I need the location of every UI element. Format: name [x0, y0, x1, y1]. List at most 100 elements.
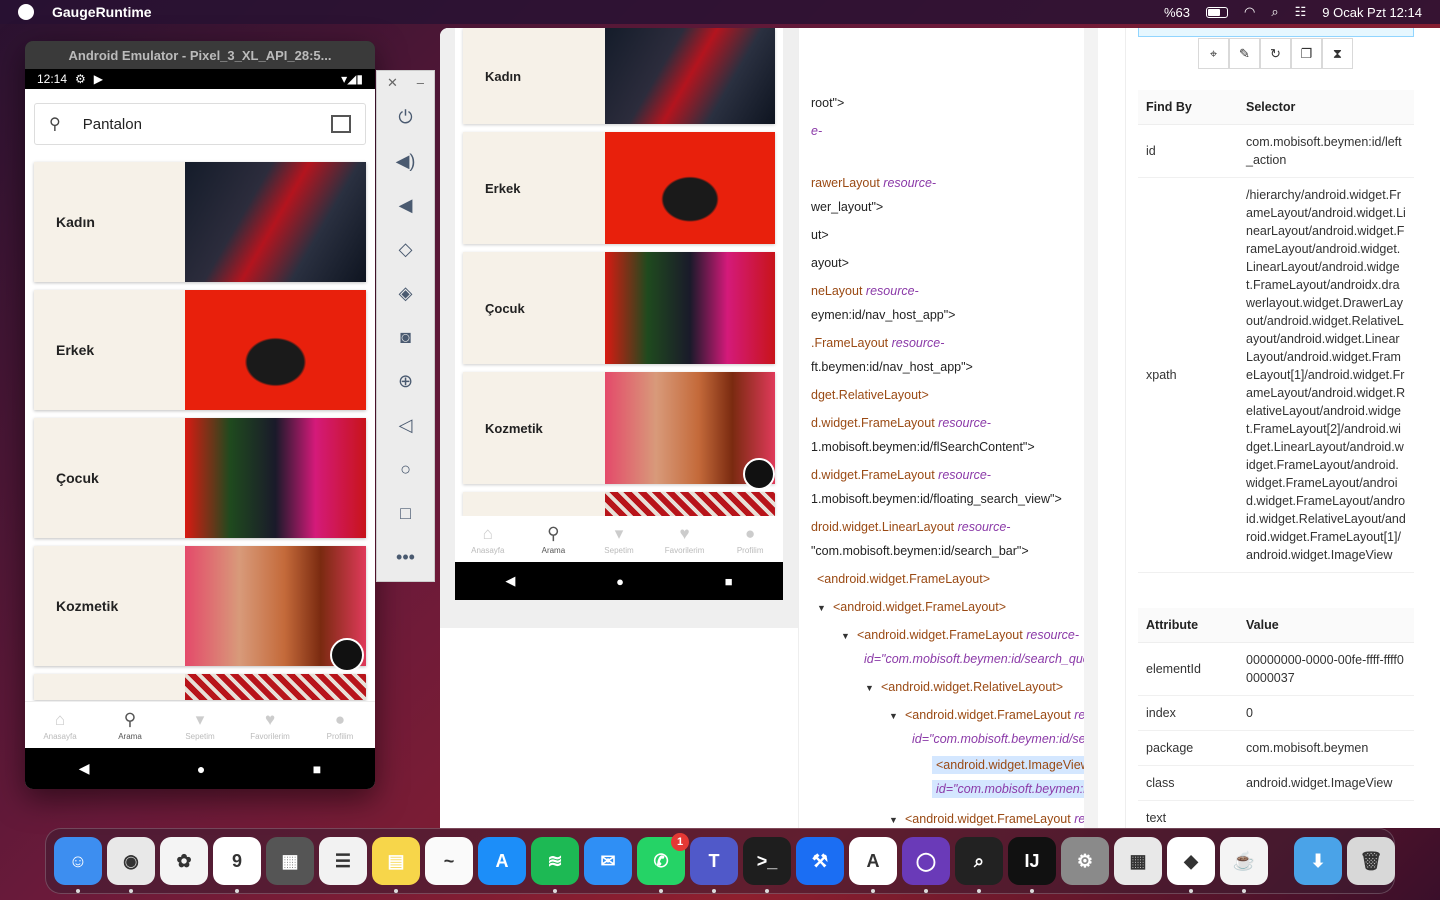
finder-icon[interactable]: ☺	[54, 837, 102, 893]
tree-line[interactable]: ▼ <android.widget.FrameLayout res	[889, 708, 1092, 722]
search-icon[interactable]: ⌕	[1271, 4, 1278, 20]
camera-icon[interactable]: ◙	[377, 315, 434, 359]
spotify-icon[interactable]: ≋	[531, 837, 579, 893]
category-card[interactable]: Erkek	[34, 290, 366, 410]
tab-home[interactable]: ⌂ Anasayfa	[455, 516, 521, 562]
notes-icon[interactable]: ▤	[372, 837, 420, 893]
tab-home[interactable]: ⌂ Anasayfa	[25, 702, 95, 748]
rotate-right-icon[interactable]: ◈	[377, 271, 434, 315]
home-icon[interactable]: ●	[197, 761, 205, 777]
tab-search[interactable]: ⚲ Arama	[521, 516, 587, 562]
inspector-icon[interactable]: ⌕	[955, 837, 1003, 893]
tree-line[interactable]: rawerLayout resource-	[811, 176, 936, 190]
tree-line[interactable]: <android.widget.FrameLayout>	[817, 572, 990, 586]
tab-favorites[interactable]: ♥ Favorilerim	[235, 702, 305, 748]
back-icon[interactable]: ◀	[505, 573, 515, 589]
tree-line[interactable]: neLayout resource-	[811, 284, 919, 298]
tree-line[interactable]: d.widget.FrameLayout resource-	[811, 416, 991, 430]
wifi-icon[interactable]: ◠	[1244, 4, 1255, 20]
category-card[interactable]: Erkek	[463, 132, 775, 244]
appium-icon[interactable]: A	[849, 837, 897, 893]
send-keys-icon[interactable]: ✎	[1229, 38, 1260, 69]
expand-caret-icon[interactable]: ▼	[841, 631, 857, 641]
launchpad-icon[interactable]: ▦	[1114, 837, 1162, 885]
tree-line-selected[interactable]: id="com.mobisoft.beymen:id	[932, 780, 1097, 798]
tap-icon[interactable]: ⌖	[1198, 38, 1229, 69]
expand-caret-icon[interactable]: ▼	[817, 603, 833, 613]
barcode-scan-icon[interactable]	[331, 115, 351, 133]
chrome-icon[interactable]: ◉	[107, 837, 155, 893]
emulator-title[interactable]: Android Emulator - Pixel_3_XL_API_28:5..…	[25, 41, 375, 69]
category-card[interactable]: Kadın	[463, 28, 775, 124]
datetime[interactable]: 9 Ocak Pzt 12:14	[1322, 5, 1422, 20]
home-icon[interactable]: ●	[616, 574, 624, 589]
photos-icon[interactable]: ✿	[160, 837, 208, 885]
close-icon[interactable]: ✕	[387, 75, 398, 91]
tab-search[interactable]: ⚲ Arama	[95, 702, 165, 748]
chat-bubble-icon[interactable]	[743, 458, 775, 490]
orb-icon[interactable]: ◯	[902, 837, 950, 893]
freeform-icon[interactable]: ~	[425, 837, 473, 885]
tab-favorites[interactable]: ♥ Favorilerim	[652, 516, 718, 562]
tree-line-selected[interactable]: <android.widget.ImageView r	[932, 756, 1098, 774]
tree-line[interactable]: ayout>	[811, 256, 849, 270]
gauge-icon[interactable]: ◆	[1167, 837, 1215, 893]
control-center-icon[interactable]: ☷	[1295, 4, 1307, 20]
tree-line[interactable]: ut>	[811, 228, 829, 242]
whatsapp-icon[interactable]: ✆ 1	[637, 833, 689, 893]
tree-line[interactable]: .FrameLayout resource-	[811, 336, 944, 350]
tree-line[interactable]: ▼ <android.widget.FrameLayout resource-	[841, 628, 1079, 642]
intellij-icon[interactable]: IJ	[1008, 837, 1056, 893]
app-name[interactable]: GaugeRuntime	[52, 4, 152, 20]
overview-icon[interactable]: ■	[313, 761, 321, 777]
tree-line[interactable]: wer_layout">	[811, 200, 883, 214]
more-icon[interactable]: •••	[377, 535, 434, 579]
cell-selector[interactable]: com.mobisoft.beymen:id/left_action	[1238, 124, 1414, 178]
zoom-icon[interactable]: ⊕	[377, 359, 434, 403]
tab-cart[interactable]: ▾ Sepetim	[165, 702, 235, 748]
tree-line[interactable]: droid.widget.LinearLayout resource-	[811, 520, 1010, 534]
tab-profile[interactable]: ● Profilim	[305, 702, 375, 748]
trash-icon[interactable]: 🗑	[1347, 837, 1395, 885]
back-icon[interactable]: ◁	[377, 403, 434, 447]
tree-line[interactable]: ▼ <android.widget.FrameLayout>	[817, 600, 1006, 614]
tree-line[interactable]: d.widget.FrameLayout resource-	[811, 468, 991, 482]
device-screenshot[interactable]: Kadın Erkek Çocuk Kozmetik ⌂ Anasayfa ⚲ …	[455, 28, 783, 600]
power-icon[interactable]: ⏻	[377, 95, 434, 139]
java-icon[interactable]: ☕	[1220, 837, 1268, 893]
category-card[interactable]: Kadın	[34, 162, 366, 282]
xcode-icon[interactable]: ⚒	[796, 837, 844, 885]
app-store-icon[interactable]: A	[478, 837, 526, 885]
tree-line[interactable]: ft.beymen:id/nav_host_app">	[811, 360, 973, 374]
expand-caret-icon[interactable]: ▼	[889, 711, 905, 721]
calendar-icon[interactable]: 9	[213, 837, 261, 893]
teams-icon[interactable]: T	[690, 837, 738, 893]
minimize-icon[interactable]: –	[417, 75, 424, 91]
terminal-icon[interactable]: >_	[743, 837, 791, 893]
apple-icon[interactable]	[18, 4, 34, 20]
tree-line[interactable]: "com.mobisoft.beymen:id/search_bar">	[811, 544, 1029, 558]
tree-line[interactable]: ▼ <android.widget.FrameLayout res	[889, 812, 1092, 826]
category-card[interactable]: Çocuk	[34, 418, 366, 538]
back-icon[interactable]: ◀	[79, 760, 90, 777]
tree-line[interactable]: id="com.mobisoft.beymen:id/search_quer	[864, 652, 1094, 666]
tree-line[interactable]: e-	[811, 124, 822, 138]
tree-line[interactable]: eymen:id/nav_host_app">	[811, 308, 955, 322]
volume-down-icon[interactable]: ◀	[377, 183, 434, 227]
tree-line[interactable]: 1.mobisoft.beymen:id/floating_search_vie…	[811, 492, 1062, 506]
copy-attributes-icon[interactable]: ❐	[1291, 38, 1322, 69]
category-card[interactable]: Çocuk	[463, 252, 775, 364]
expand-caret-icon[interactable]: ▼	[889, 815, 905, 825]
tab-profile[interactable]: ● Profilim	[717, 516, 783, 562]
calculator-icon[interactable]: ▦	[266, 837, 314, 885]
tree-line[interactable]: id="com.mobisoft.beymen:id/sea	[912, 732, 1093, 746]
tree-line[interactable]: 1.mobisoft.beymen:id/flSearchContent">	[811, 440, 1035, 454]
downloads-icon[interactable]: ⬇	[1294, 837, 1342, 885]
volume-up-icon[interactable]: ◀)	[377, 139, 434, 183]
category-card[interactable]: Kozmetik	[463, 372, 775, 490]
cell-selector[interactable]: /hierarchy/android.widget.FrameLayout/an…	[1238, 177, 1414, 573]
overview-icon[interactable]: □	[377, 491, 434, 535]
reminders-icon[interactable]: ☰	[319, 837, 367, 885]
rotate-left-icon[interactable]: ◇	[377, 227, 434, 271]
chat-bubble-icon[interactable]	[330, 638, 364, 672]
